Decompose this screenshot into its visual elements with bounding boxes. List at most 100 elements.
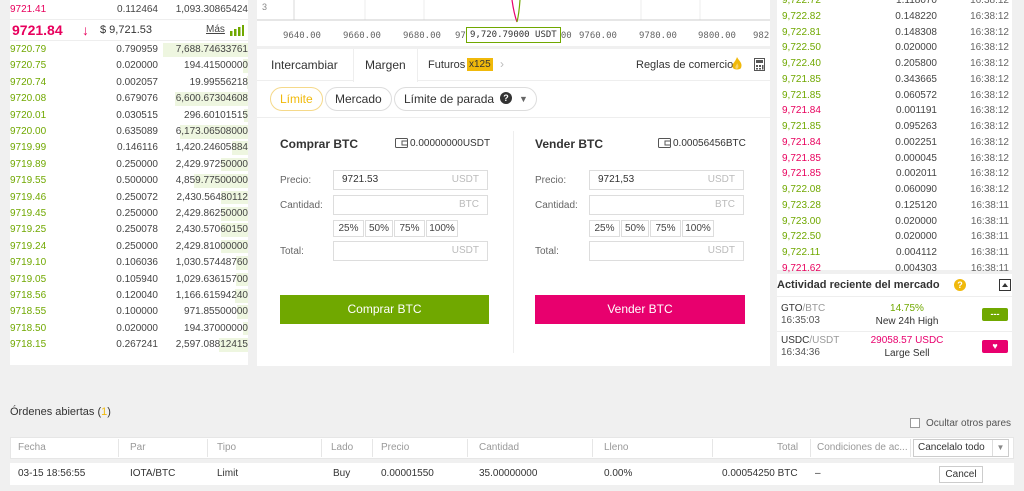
- order-book-bid-row[interactable]: 9719.55 0.500000 4,859.77500000: [10, 173, 248, 189]
- trade-row: 9,722.50 0.020000 16:38:11: [777, 229, 1012, 245]
- bid-qty: 0.500000: [116, 175, 158, 187]
- order-book-bid-row[interactable]: 9718.50 0.020000 194.37000000: [10, 321, 248, 337]
- orders-header-cell[interactable]: Condiciones de ac...: [817, 437, 908, 459]
- sell-percent-100-button[interactable]: 100%: [682, 220, 714, 237]
- trade-price: 9,722.50: [782, 42, 821, 54]
- order-book-bid-row[interactable]: 9720.00 0.635089 6,173.06508000: [10, 124, 248, 140]
- bid-total: 2,429.97250000: [175, 158, 248, 170]
- help-icon[interactable]: ?: [500, 92, 512, 104]
- order-type-stop-limit[interactable]: Límite de parada ? ▼: [394, 87, 537, 111]
- buy-balance: 0.00000000USDT: [410, 138, 491, 149]
- orders-header-cell[interactable]: Lado: [331, 437, 353, 459]
- usd-value: $ 9,721.53: [100, 24, 152, 36]
- orders-header-cell[interactable]: Total: [777, 437, 798, 459]
- bid-total: 2,430.56480112: [176, 191, 248, 203]
- buy-percent-100-button[interactable]: 100%: [426, 220, 458, 237]
- sell-percent-25-button[interactable]: 25%: [589, 220, 620, 237]
- sell-price-input[interactable]: 9721,53 USDT: [589, 170, 744, 190]
- activity-badge-icon: ♥: [982, 340, 1008, 353]
- trade-row: 9,723.00 0.020000 16:38:11: [777, 214, 1012, 230]
- chart-x-tick: 982: [753, 31, 770, 41]
- last-price-ticker: 9721.84 ↓ $ 9,721.53 Más: [10, 19, 248, 41]
- buy-total-input[interactable]: USDT: [333, 241, 488, 261]
- tab-margin[interactable]: Margen: [365, 49, 406, 81]
- trade-qty: 0.060572: [895, 89, 937, 101]
- order-book-bid-row[interactable]: 9719.99 0.146116 1,420.24605884: [10, 140, 248, 156]
- order-book-bid-row[interactable]: 9720.79 0.790959 7,688.74633761: [10, 42, 248, 58]
- buy-percent-25-button[interactable]: 25%: [333, 220, 364, 237]
- cancel-all-select[interactable]: Cancelalo todo ▼: [913, 439, 1009, 457]
- tab-exchange[interactable]: Intercambiar: [271, 49, 338, 81]
- sell-percent-50-button[interactable]: 50%: [621, 220, 649, 237]
- activity-item[interactable]: USDC/USDT 16:34:36 29058.57 USDC Large Sell…: [777, 332, 1012, 362]
- order-book-bid-row[interactable]: 9719.45 0.250000 2,429.86250000: [10, 206, 248, 222]
- trade-price: 9,722.08: [782, 184, 821, 195]
- order-book-bid-row[interactable]: 9719.89 0.250000 2,429.97250000: [10, 157, 248, 173]
- sell-total-input[interactable]: USDT: [589, 241, 744, 261]
- trading-rules-link[interactable]: Reglas de comercio: [636, 49, 733, 81]
- bid-price: 9720.74: [10, 76, 47, 88]
- order-book-bid-row[interactable]: 9719.10 0.106036 1,030.57448760: [10, 255, 248, 271]
- buy-price-input[interactable]: 9721.53 USDT: [333, 170, 488, 190]
- bid-total: 194.41500000: [184, 60, 248, 72]
- trade-time: 16:38:12: [970, 42, 1009, 54]
- trade-price: 9,721.85: [782, 152, 821, 164]
- order-book-bid-row[interactable]: 9719.46 0.250072 2,430.56480112: [10, 190, 248, 206]
- order-book-bid-row[interactable]: 9718.55 0.100000 971.85500000: [10, 304, 248, 320]
- order-book-bid-row[interactable]: 9719.05 0.105940 1,029.63615700: [10, 272, 248, 288]
- orders-header-cell[interactable]: Lleno: [604, 437, 628, 459]
- order-type-limit[interactable]: Límite: [270, 87, 323, 111]
- order-book-bid-row[interactable]: 9719.24 0.250000 2,429.81000000: [10, 239, 248, 255]
- sell-amount-input[interactable]: BTC: [589, 195, 744, 215]
- bid-total: 2,429.81000000: [175, 240, 248, 252]
- buy-percent-50-button[interactable]: 50%: [365, 220, 393, 237]
- bid-price: 9720.79: [10, 44, 47, 55]
- order-book-bid-row[interactable]: 9719.25 0.250078 2,430.57060150: [10, 222, 248, 238]
- help-icon[interactable]: ?: [954, 279, 966, 291]
- depth-chart[interactable]: 3 9640.009660.009680.009700.0.009760.009…: [257, 0, 770, 46]
- buy-percent-75-button[interactable]: 75%: [394, 220, 425, 237]
- bid-qty: 0.635089: [116, 126, 158, 137]
- order-book-ask-row[interactable]: 9721.41 0.112464 1,093.30865424: [10, 2, 248, 18]
- trade-price: 9,721.84: [782, 105, 821, 117]
- bid-price: 9718.56: [10, 290, 47, 301]
- trade-qty: 0.343665: [895, 73, 937, 85]
- trade-row: 9,723.28 0.125120 16:38:11: [777, 198, 1012, 214]
- bid-price: 9719.10: [10, 257, 47, 269]
- order-book-bid-row[interactable]: 9720.74 0.002057 19.99556218: [10, 75, 248, 91]
- cancel-order-button[interactable]: Cancel: [939, 466, 983, 483]
- bid-total: 6,600.67304608: [175, 93, 248, 105]
- orders-header-cell[interactable]: Cantidad: [479, 437, 519, 459]
- calculator-icon[interactable]: [754, 58, 765, 71]
- order-book-bid-row[interactable]: 9720.75 0.020000 194.41500000: [10, 58, 248, 74]
- order-book-bid-row[interactable]: 9720.08 0.679076 6,600.67304608: [10, 91, 248, 107]
- order-type-market[interactable]: Mercado: [325, 87, 392, 111]
- sell-button[interactable]: Vender BTC: [535, 295, 745, 324]
- buy-amount-input[interactable]: BTC: [333, 195, 488, 215]
- trade-qty: 0.148220: [895, 10, 937, 22]
- collapse-icon[interactable]: [999, 279, 1011, 291]
- sell-percent-75-button[interactable]: 75%: [650, 220, 681, 237]
- orders-header-cell[interactable]: Par: [130, 437, 146, 459]
- tab-futures[interactable]: Futuros: [428, 49, 465, 81]
- activity-pair: USDC/USDT: [781, 335, 840, 346]
- hide-other-pairs-checkbox[interactable]: [910, 418, 920, 428]
- more-link[interactable]: Más: [206, 24, 225, 35]
- order-book-bid-row[interactable]: 9718.56 0.120040 1,166.61594240: [10, 288, 248, 304]
- trade-time: 16:38:12: [970, 26, 1009, 38]
- orders-header-cell[interactable]: Fecha: [18, 437, 46, 459]
- bid-qty: 0.250000: [116, 208, 158, 219]
- order-book-bid-row[interactable]: 9718.15 0.267241 2,597.08812415: [10, 337, 248, 353]
- orders-header-cell[interactable]: Tipo: [217, 437, 236, 459]
- orders-header-cell[interactable]: Precio: [381, 437, 409, 459]
- bid-total: 1,420.24605884: [175, 142, 248, 154]
- trade-time: 16:38:12: [970, 105, 1009, 117]
- activity-badge-icon: ---: [982, 308, 1008, 321]
- activity-item[interactable]: GTO/BTC 16:35:03 14.75% New 24h High ---: [777, 300, 1012, 330]
- order-book-bid-row[interactable]: 9720.01 0.030515 296.60101515: [10, 108, 248, 124]
- bid-qty: 0.002057: [116, 76, 158, 88]
- trade-time: 16:38:11: [970, 231, 1009, 243]
- buy-button[interactable]: Comprar BTC: [280, 295, 489, 324]
- wallet-icon: [658, 138, 671, 148]
- bid-total: 2,597.08812415: [175, 339, 248, 351]
